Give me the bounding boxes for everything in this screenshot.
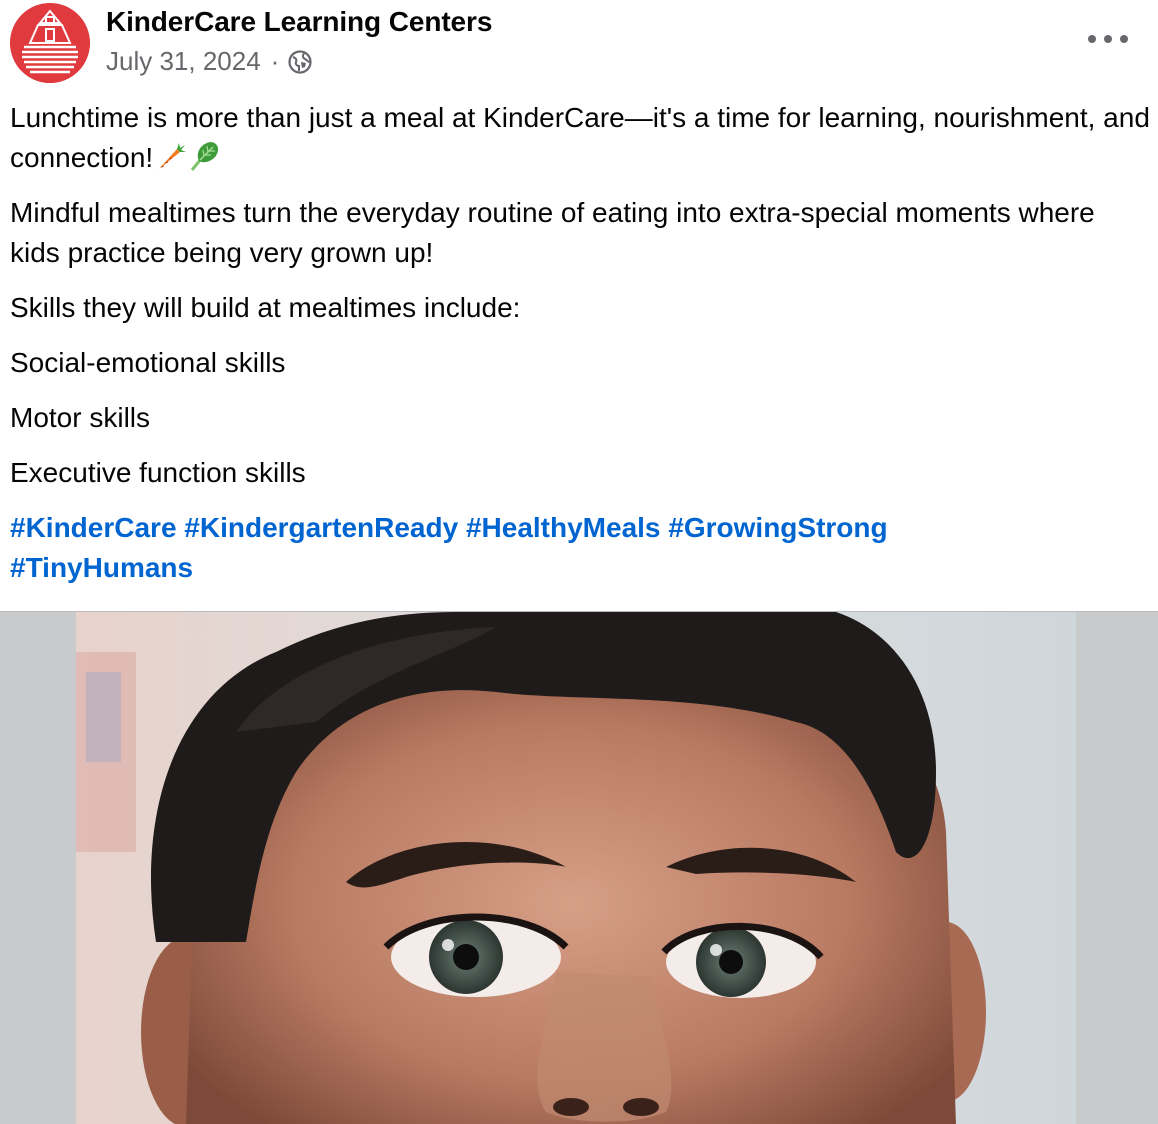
more-dot: [1104, 35, 1112, 43]
more-dot: [1088, 35, 1096, 43]
more-options-icon[interactable]: [1088, 30, 1128, 48]
carrot-emoji-icon: [153, 139, 187, 173]
skill-item: Social-emotional skills: [10, 347, 286, 378]
post-meta: July 31, 2024 ·: [106, 46, 313, 77]
skill-item: Motor skills: [10, 402, 151, 433]
post-date-link[interactable]: July 31, 2024: [106, 46, 261, 77]
page-avatar[interactable]: [10, 3, 90, 83]
leafy-green-emoji-icon: [187, 139, 221, 173]
hashtag-link[interactable]: #GrowingStrong: [668, 512, 887, 543]
skill-item: Executive function skills: [10, 457, 306, 488]
globe-icon[interactable]: [287, 49, 313, 75]
post-paragraph: Lunchtime is more than just a meal at Ki…: [10, 98, 1150, 178]
post-photo[interactable]: [76, 612, 1076, 1124]
post-photo-container: [0, 611, 1158, 1124]
hashtag-link[interactable]: #KinderCare: [10, 512, 177, 543]
post-paragraph: Mindful mealtimes turn the everyday rout…: [10, 197, 1095, 268]
hashtag-list: #KinderCare #KindergartenReady #HealthyM…: [10, 508, 1150, 588]
child-portrait-image: [76, 612, 1076, 1124]
hashtag-link[interactable]: #TinyHumans: [10, 552, 193, 583]
hashtag-link[interactable]: #KindergartenReady: [184, 512, 458, 543]
page-name-link[interactable]: KinderCare Learning Centers: [106, 6, 492, 38]
post-header: KinderCare Learning Centers July 31, 202…: [0, 0, 1158, 96]
more-dot: [1120, 35, 1128, 43]
meta-separator: ·: [270, 46, 280, 76]
schoolhouse-logo-icon: [10, 3, 90, 83]
hashtag-link[interactable]: #HealthyMeals: [466, 512, 661, 543]
post-paragraph: Skills they will build at mealtimes incl…: [10, 292, 521, 323]
post-text: Lunchtime is more than just a meal at Ki…: [10, 98, 1150, 603]
